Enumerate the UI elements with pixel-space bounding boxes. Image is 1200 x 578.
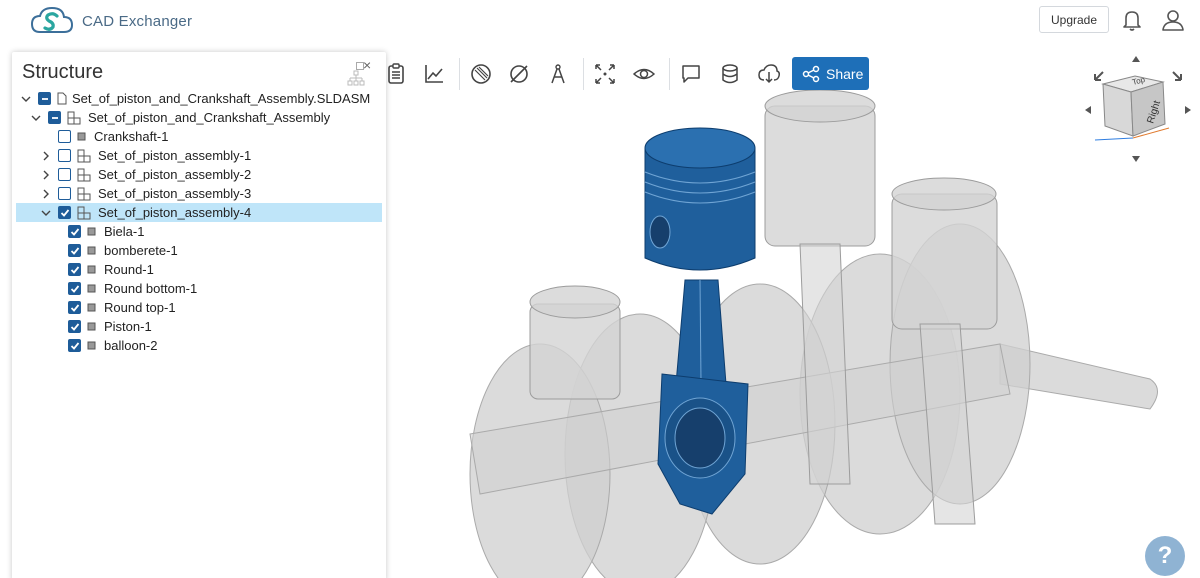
help-button[interactable]: ?: [1145, 536, 1185, 576]
tree-checkbox[interactable]: [58, 206, 71, 219]
tree-item-label: Set_of_piston_assembly-4: [98, 205, 252, 220]
tree-checkbox[interactable]: [68, 282, 81, 295]
tree-row[interactable]: bomberete-1: [12, 241, 386, 260]
tree-item-label: Round bottom-1: [104, 281, 198, 296]
view-cube[interactable]: Top Right: [1083, 54, 1193, 166]
tree-row[interactable]: Set_of_piston_assembly-1: [12, 146, 386, 165]
cloud-download-icon[interactable]: [757, 62, 781, 86]
toolbar-separator: [459, 58, 460, 90]
tree-item-label: Set_of_piston_and_Crankshaft_Assembly.SL…: [72, 91, 371, 106]
app-name: CAD Exchanger: [82, 12, 193, 30]
assembly-icon: [77, 206, 93, 220]
tree-row[interactable]: balloon-2: [12, 336, 386, 355]
chevron-right-icon[interactable]: [40, 169, 52, 181]
tree-item-label: Set_of_piston_assembly-2: [98, 167, 252, 182]
part-icon: [87, 246, 96, 255]
tree-checkbox[interactable]: [58, 168, 71, 181]
rotate-up-icon[interactable]: [1132, 56, 1140, 62]
share-icon: [802, 65, 820, 82]
tree-row[interactable]: Biela-1: [12, 222, 386, 241]
assembly-icon: [67, 111, 83, 125]
part-icon: [87, 265, 96, 274]
rotate-cw-icon[interactable]: [1172, 71, 1182, 81]
tree-row[interactable]: Set_of_piston_assembly-3: [12, 184, 386, 203]
rotate-left-icon[interactable]: [1085, 106, 1091, 114]
tree-item-label: Round-1: [104, 262, 154, 277]
bell-icon[interactable]: [1119, 7, 1145, 33]
toolbar-separator: [583, 58, 584, 90]
app-header: CAD Exchanger Upgrade: [0, 0, 1200, 44]
assembly-icon: [77, 187, 93, 201]
part-icon: [87, 227, 96, 236]
tree-checkbox[interactable]: [68, 320, 81, 333]
part-icon: [87, 341, 96, 350]
tree-checkbox[interactable]: [68, 244, 81, 257]
tree-row[interactable]: Set_of_piston_and_Crankshaft_Assembly: [12, 108, 386, 127]
toolbar-separator: [669, 58, 670, 90]
tree-item-label: balloon-2: [104, 338, 158, 353]
assembly-icon: [77, 168, 93, 182]
tree-row[interactable]: Set_of_piston_assembly-2: [12, 165, 386, 184]
tree-checkbox[interactable]: [68, 339, 81, 352]
tree-row[interactable]: Round top-1: [12, 298, 386, 317]
tree-checkbox[interactable]: [68, 301, 81, 314]
rotate-ccw-icon[interactable]: [1094, 71, 1104, 81]
rotate-right-icon[interactable]: [1185, 106, 1191, 114]
app-logo[interactable]: CAD Exchanger: [30, 4, 192, 38]
visibility-icon[interactable]: [632, 62, 656, 86]
tree-view-icon[interactable]: [347, 70, 365, 86]
upgrade-button[interactable]: Upgrade: [1039, 6, 1109, 33]
chevron-down-icon[interactable]: [40, 207, 52, 219]
tree-item-label: bomberete-1: [104, 243, 178, 258]
hide-icon[interactable]: [507, 62, 531, 86]
assembly-icon: [77, 149, 93, 163]
tree-row[interactable]: Round bottom-1: [12, 279, 386, 298]
clipboard-icon[interactable]: [384, 62, 408, 86]
part-icon: [87, 284, 96, 293]
database-icon[interactable]: [718, 62, 742, 86]
tree-checkbox[interactable]: [58, 187, 71, 200]
tree-item-label: Set_of_piston_and_Crankshaft_Assembly: [88, 110, 331, 125]
user-icon[interactable]: [1160, 7, 1186, 33]
tree-checkbox[interactable]: [68, 263, 81, 276]
share-label: Share: [826, 65, 864, 82]
tree-checkbox[interactable]: [58, 149, 71, 162]
rotate-down-icon[interactable]: [1132, 156, 1140, 162]
chevron-down-icon[interactable]: [20, 93, 32, 105]
tree-row[interactable]: Crankshaft-1: [12, 127, 386, 146]
tree-row[interactable]: Piston-1: [12, 317, 386, 336]
cloud-logo-icon: [30, 6, 74, 33]
part-icon: [87, 303, 96, 312]
chevron-right-icon[interactable]: [40, 188, 52, 200]
tree-checkbox[interactable]: [38, 92, 51, 105]
structure-panel: Structure × Set_of_piston_and_Crankshaft…: [12, 52, 386, 578]
tree-item-label: Set_of_piston_assembly-1: [98, 148, 252, 163]
tree-checkbox[interactable]: [68, 225, 81, 238]
share-button[interactable]: Share: [792, 57, 869, 90]
tree-row[interactable]: Set_of_piston_and_Crankshaft_Assembly.SL…: [12, 89, 386, 108]
tree-item-label: Crankshaft-1: [94, 129, 169, 144]
fit-view-icon[interactable]: [593, 62, 617, 86]
part-icon: [77, 132, 86, 141]
section-icon[interactable]: [469, 62, 493, 86]
chevron-down-icon[interactable]: [30, 112, 42, 124]
tree-checkbox[interactable]: [58, 130, 71, 143]
chevron-right-icon[interactable]: [40, 150, 52, 162]
part-icon: [87, 322, 96, 331]
panel-title: Structure: [22, 61, 104, 83]
comment-icon[interactable]: [679, 62, 703, 86]
measure-icon[interactable]: [546, 62, 570, 86]
file-icon: [57, 92, 67, 105]
tree-item-label: Set_of_piston_assembly-3: [98, 186, 252, 201]
chart-icon[interactable]: [422, 62, 446, 86]
tree-row[interactable]: Set_of_piston_assembly-4: [16, 203, 382, 222]
tree-checkbox[interactable]: [48, 111, 61, 124]
tree-item-label: Piston-1: [104, 319, 152, 334]
tree-item-label: Round top-1: [104, 300, 176, 315]
tree-item-label: Biela-1: [104, 224, 145, 239]
tree-row[interactable]: Round-1: [12, 260, 386, 279]
